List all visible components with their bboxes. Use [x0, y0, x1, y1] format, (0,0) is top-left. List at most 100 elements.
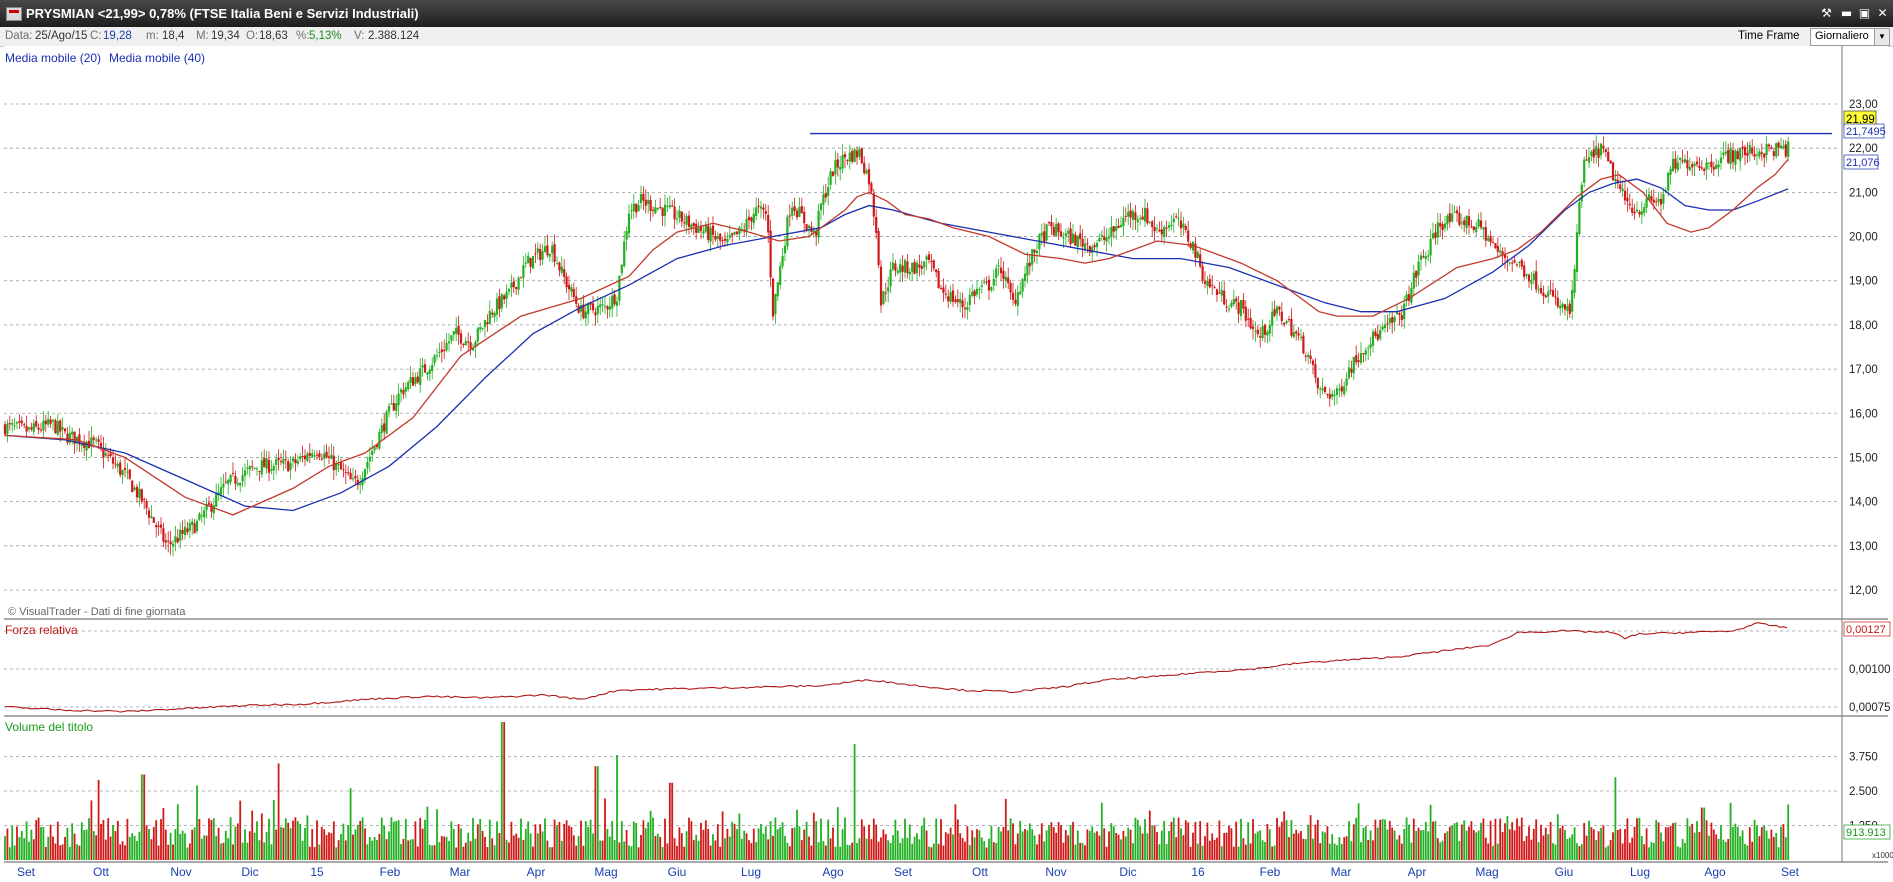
ma40-value-label: 21,076: [1846, 157, 1880, 169]
volume-bar: [1060, 825, 1062, 860]
volume-bar: [937, 843, 940, 860]
candle-body: [1743, 146, 1747, 156]
candle-body: [207, 502, 211, 505]
volume-bar: [1520, 817, 1523, 860]
candle-body: [308, 452, 311, 456]
volume-bar: [198, 819, 201, 860]
candle-body: [409, 377, 412, 383]
candle-body: [431, 365, 434, 372]
volume-bar: [1340, 843, 1343, 860]
legend-ma40: Media mobile (40): [109, 51, 205, 65]
volume-bar: [210, 819, 213, 860]
volume-bar: [1650, 842, 1653, 860]
volume-bar: [623, 841, 626, 860]
candle-body: [1487, 238, 1490, 241]
candle-body: [1688, 166, 1691, 171]
volume-bar: [851, 842, 854, 860]
volume-bar: [138, 831, 141, 860]
volume-bar: [748, 840, 750, 860]
volume-bar: [431, 845, 434, 860]
volume-bar: [1612, 832, 1614, 860]
candle-body: [371, 450, 374, 455]
volume-bar: [1705, 820, 1708, 860]
candle-body: [1611, 162, 1615, 181]
time-axis-label: Ago: [822, 865, 844, 879]
candle-body: [1331, 393, 1334, 398]
candle-body: [503, 295, 506, 300]
candle-body: [133, 487, 136, 490]
volume-bar: [280, 826, 282, 860]
volume-bar: [1511, 822, 1514, 860]
volume-bar: [179, 833, 182, 860]
candle-body: [939, 288, 943, 290]
volume-bar: [1688, 826, 1691, 860]
volume-bar: [640, 834, 642, 860]
candle-body: [44, 420, 47, 425]
candle-body: [1547, 291, 1550, 297]
candle-body: [380, 425, 383, 433]
volume-bar: [385, 839, 388, 860]
candle-body: [1225, 306, 1228, 308]
maximize-icon[interactable]: ▣: [1856, 5, 1873, 21]
volume-bar: [289, 828, 292, 860]
close-icon[interactable]: ✕: [1874, 5, 1891, 21]
candle-body: [241, 475, 244, 482]
volume-bar: [1787, 804, 1790, 860]
volume-bar: [1777, 847, 1780, 860]
volume-bar: [172, 844, 174, 860]
volume-bar: [551, 847, 554, 860]
volume-bar: [1696, 821, 1698, 860]
volume-bar: [882, 829, 885, 860]
candle-body: [366, 462, 369, 469]
candle-body: [1515, 264, 1519, 266]
candle-body: [1007, 277, 1010, 284]
candle-body: [1268, 325, 1271, 334]
stock-chart[interactable]: 23,0022,0021,0020,0019,0018,0017,0016,00…: [0, 46, 1893, 882]
candle-body: [1472, 226, 1475, 231]
volume-bar: [1756, 825, 1758, 860]
volume-bar: [1314, 824, 1317, 860]
volume-bar: [220, 843, 222, 860]
candle-body: [1184, 225, 1187, 231]
candle-body: [383, 423, 386, 432]
volume-bar: [616, 755, 618, 860]
candle-body: [548, 253, 551, 257]
volume-bar: [1602, 825, 1605, 860]
pin-icon[interactable]: ⚒: [1818, 5, 1835, 21]
candle-body: [500, 294, 503, 309]
volume-bar: [1026, 830, 1029, 860]
timeframe-select[interactable]: Giornaliero ▼: [1810, 28, 1890, 46]
volume-bar: [1751, 841, 1754, 860]
volume-bar: [932, 843, 935, 860]
volume-bar: [169, 832, 172, 860]
candle-body: [951, 290, 955, 302]
volume-bar: [776, 829, 779, 860]
volume-bar: [1628, 842, 1631, 860]
volume-bar: [160, 819, 162, 860]
candle-body: [107, 455, 110, 457]
candle-body: [675, 218, 679, 220]
candle-body: [3, 424, 7, 435]
candle-body: [757, 205, 760, 207]
volume-bar: [416, 846, 419, 860]
volume-bar: [1772, 837, 1775, 860]
volume-bar: [140, 774, 143, 860]
volume-bar: [1758, 836, 1761, 860]
candle-body: [387, 405, 391, 412]
volume-bar: [1434, 821, 1437, 860]
volume-bar: [205, 835, 208, 860]
minimize-icon[interactable]: ▬: [1838, 5, 1855, 21]
candle-body: [351, 478, 355, 480]
candle-body: [1559, 305, 1562, 309]
candle-body: [1758, 151, 1761, 157]
candle-body: [1679, 157, 1682, 160]
volume-bar: [875, 824, 878, 860]
candle-body: [147, 510, 151, 518]
candle-body: [1477, 219, 1480, 227]
chevron-down-icon[interactable]: ▼: [1874, 29, 1889, 45]
volume-bar: [548, 847, 551, 860]
volume-bar: [284, 818, 287, 860]
candle-body: [1465, 215, 1468, 228]
volume-bar: [534, 824, 537, 860]
candle-body: [1717, 164, 1720, 168]
